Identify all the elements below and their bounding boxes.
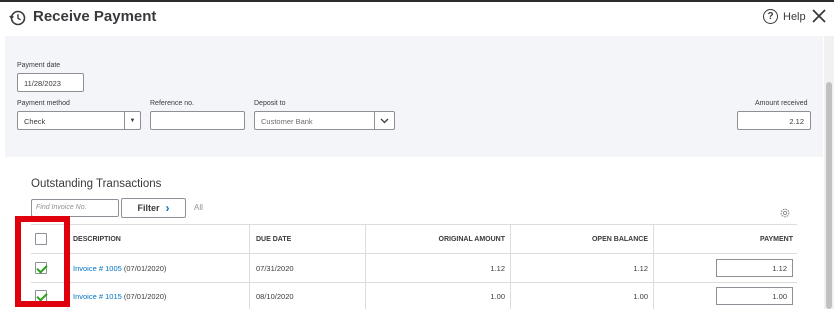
col-payment[interactable]: PAYMENT bbox=[659, 225, 793, 253]
gear-icon[interactable] bbox=[779, 207, 791, 219]
close-icon[interactable] bbox=[811, 8, 827, 24]
payment-method-label: Payment method bbox=[17, 100, 70, 107]
payment-date-label: Payment date bbox=[17, 62, 61, 69]
amount-received-field[interactable]: 2.12 bbox=[737, 111, 811, 130]
history-icon[interactable] bbox=[9, 9, 27, 27]
description-cell: Invoice # 1005 (07/01/2020) bbox=[73, 254, 166, 282]
filter-label: Filter bbox=[137, 203, 160, 213]
help-label: Help bbox=[783, 10, 806, 23]
payment-date-field[interactable]: 11/28/2023 bbox=[17, 73, 84, 92]
top-border bbox=[0, 0, 834, 2]
deposit-to-value: Customer Bank bbox=[261, 117, 313, 126]
page-title: Receive Payment bbox=[33, 8, 157, 25]
open-balance-cell: 1.12 bbox=[633, 263, 648, 273]
payment-form: Payment date 11/28/2023 Payment method C… bbox=[5, 36, 823, 157]
due-date-cell: 08/10/2020 bbox=[256, 291, 294, 301]
description-cell: Invoice # 1015 (07/01/2020) bbox=[73, 283, 166, 309]
header: Receive Payment ? Help bbox=[0, 0, 834, 36]
scrollbar[interactable] bbox=[824, 36, 834, 309]
payment-input[interactable]: 1.00 bbox=[716, 287, 793, 305]
scrollbar-thumb[interactable] bbox=[826, 82, 832, 309]
open-balance-cell: 1.00 bbox=[633, 291, 648, 301]
highlight-box bbox=[15, 216, 70, 307]
amount-received-label: Amount received bbox=[755, 100, 808, 107]
invoice-date: (07/01/2020) bbox=[121, 291, 167, 301]
filter-all-label: All bbox=[194, 203, 203, 212]
original-amount-cell: 1.00 bbox=[490, 291, 505, 301]
due-date-cell: 07/31/2020 bbox=[256, 263, 294, 273]
deposit-to-label: Deposit to bbox=[254, 100, 286, 107]
col-open-balance[interactable]: OPEN BALANCE bbox=[516, 225, 648, 253]
table-row: Invoice # 1005 (07/01/2020) 07/31/2020 1… bbox=[31, 254, 797, 283]
payment-input[interactable]: 1.12 bbox=[716, 259, 793, 277]
section-title: Outstanding Transactions bbox=[31, 178, 162, 190]
table-row: Invoice # 1015 (07/01/2020) 08/10/2020 1… bbox=[31, 283, 797, 309]
payment-method-select[interactable]: Check ▼ bbox=[17, 111, 141, 130]
chevron-down-icon[interactable]: ▼ bbox=[124, 112, 140, 129]
col-description[interactable]: DESCRIPTION bbox=[73, 225, 121, 253]
invoice-link[interactable]: Invoice # 1005 bbox=[73, 264, 122, 273]
reference-label: Reference no. bbox=[150, 100, 194, 107]
find-invoice-input[interactable]: Find Invoice No. bbox=[31, 199, 119, 217]
chevron-right-icon: › bbox=[165, 201, 170, 215]
original-amount-cell: 1.12 bbox=[490, 263, 505, 273]
col-due-date[interactable]: DUE DATE bbox=[256, 225, 291, 253]
invoice-date: (07/01/2020) bbox=[121, 263, 167, 273]
col-original-amount[interactable]: ORIGINAL AMOUNT bbox=[371, 225, 506, 253]
invoice-link[interactable]: Invoice # 1015 bbox=[73, 292, 122, 301]
table-header-row: DESCRIPTION DUE DATE ORIGINAL AMOUNT OPE… bbox=[31, 224, 797, 254]
help-button[interactable]: ? Help bbox=[763, 9, 806, 24]
help-icon: ? bbox=[763, 9, 778, 24]
reference-field[interactable] bbox=[150, 111, 245, 130]
filter-button[interactable]: Filter › bbox=[121, 198, 186, 218]
payment-method-value: Check bbox=[24, 117, 46, 126]
chevron-down-icon[interactable] bbox=[374, 112, 394, 129]
deposit-to-select[interactable]: Customer Bank bbox=[254, 111, 395, 130]
